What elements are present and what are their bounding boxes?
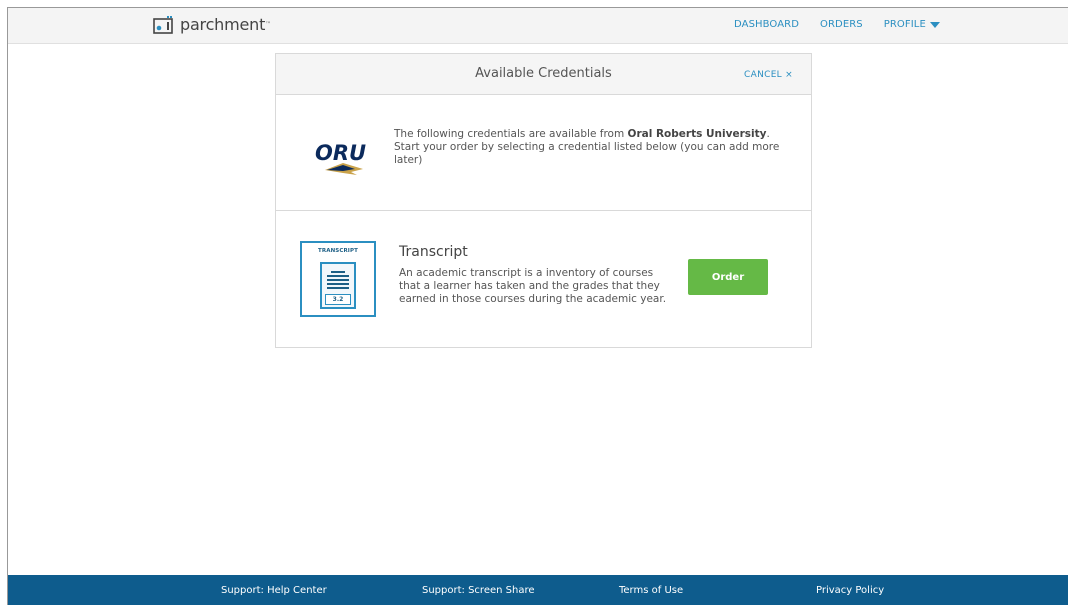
panel-title: Available Credentials	[475, 66, 612, 81]
school-info-row: ORU The following credentials are availa…	[276, 95, 811, 211]
nav-dashboard[interactable]: DASHBOARD	[734, 19, 799, 30]
oru-logo: ORU	[311, 139, 373, 179]
school-intro-prefix: The following credentials are available …	[394, 128, 628, 140]
footer-terms-link[interactable]: Terms of Use	[619, 585, 683, 596]
main-nav: DASHBOARD ORDERS PROFILE	[734, 19, 961, 30]
parchment-logo-text: parchment	[180, 15, 266, 34]
order-button[interactable]: Order	[688, 259, 768, 295]
credential-row-transcript: TRANSCRIPT 3.2 Transcript An academic tr…	[276, 211, 811, 347]
transcript-icon-label: TRANSCRIPT	[318, 248, 358, 254]
footer: Support: Help Center Support: Screen Sha…	[8, 575, 1068, 605]
footer-privacy-link[interactable]: Privacy Policy	[816, 585, 884, 596]
cancel-button[interactable]: CANCEL ×	[744, 70, 793, 80]
top-navbar: parchment ™ DASHBOARD ORDERS PROFILE	[8, 8, 1068, 44]
school-name: Oral Roberts University	[627, 128, 767, 140]
credential-title: Transcript	[399, 244, 468, 260]
panel-header: Available Credentials CANCEL ×	[276, 54, 811, 95]
parchment-logo[interactable]: parchment ™	[153, 15, 271, 34]
browser-page: parchment ™ DASHBOARD ORDERS PROFILE Avai…	[7, 7, 1068, 605]
available-credentials-panel: Available Credentials CANCEL × ORU The f…	[275, 53, 812, 348]
school-intro-text: The following credentials are available …	[394, 128, 789, 167]
trademark-mark: ™	[265, 21, 272, 28]
svg-text:ORU: ORU	[315, 141, 366, 165]
footer-help-center-link[interactable]: Support: Help Center	[221, 585, 327, 596]
nav-profile-label: PROFILE	[883, 19, 926, 30]
transcript-icon: TRANSCRIPT 3.2	[300, 241, 376, 317]
nav-orders[interactable]: ORDERS	[820, 19, 863, 30]
footer-screen-share-link[interactable]: Support: Screen Share	[422, 585, 535, 596]
parchment-logo-icon	[153, 15, 175, 34]
caret-down-icon	[929, 21, 940, 28]
transcript-icon-grade: 3.2	[325, 294, 351, 305]
nav-profile[interactable]: PROFILE	[884, 19, 940, 30]
document-icon: 3.2	[320, 262, 356, 309]
credential-description: An academic transcript is a inventory of…	[399, 267, 667, 305]
